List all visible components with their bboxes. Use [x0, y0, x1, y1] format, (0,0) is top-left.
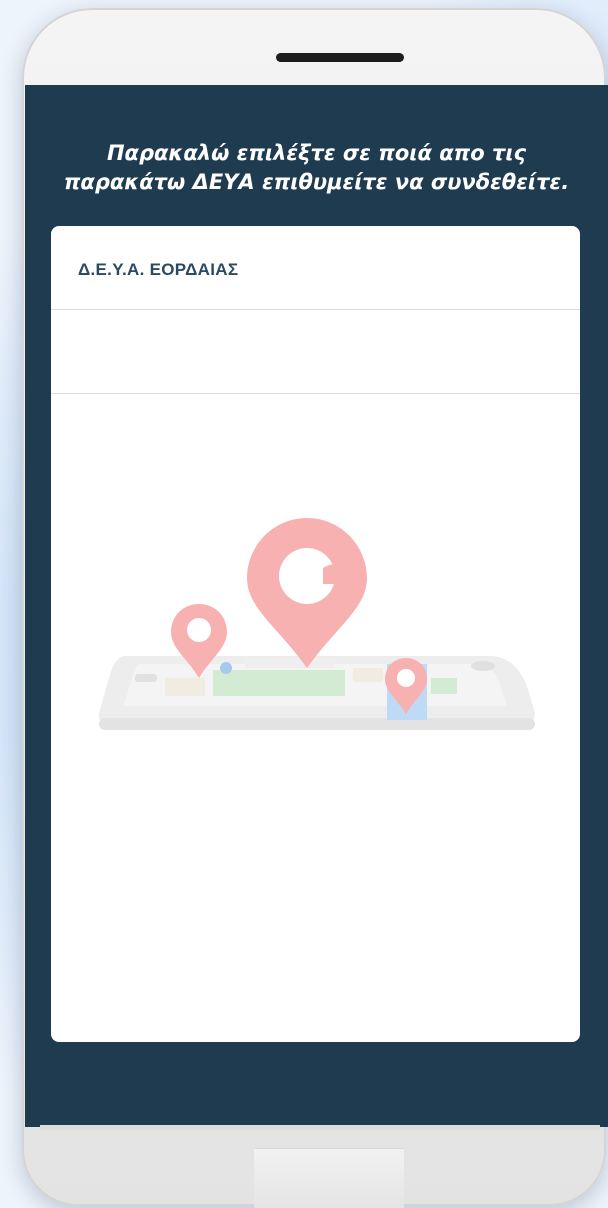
provider-list-card: Δ.Ε.Υ.Α. ΕΟΡΔΑΙΑΣ	[51, 226, 580, 1042]
main-location-pin	[247, 518, 367, 668]
provider-item-empty[interactable]	[51, 310, 580, 394]
app-screen: Παρακαλώ επιλέξτε σε ποιά απο τις παρακά…	[25, 85, 608, 1130]
prompt-line-2: παρακάτω ΔΕΥΑ επιθυμείτε να συνδεθείτε.	[63, 170, 570, 194]
prompt-line-1: Παρακαλώ επιλέξτε σε ποιά απο τις	[106, 141, 527, 165]
bottom-divider	[40, 1125, 600, 1130]
provider-item-label: Δ.Ε.Υ.Α. ΕΟΡΔΑΙΑΣ	[78, 260, 239, 279]
home-button[interactable]	[254, 1148, 404, 1208]
map-location-pins-illustration	[98, 518, 535, 730]
speaker-grille	[276, 53, 404, 62]
selection-prompt: Παρακαλώ επιλέξτε σε ποιά απο τις παρακά…	[25, 139, 608, 197]
provider-item-eordaia[interactable]: Δ.Ε.Υ.Α. ΕΟΡΔΑΙΑΣ	[51, 226, 580, 310]
